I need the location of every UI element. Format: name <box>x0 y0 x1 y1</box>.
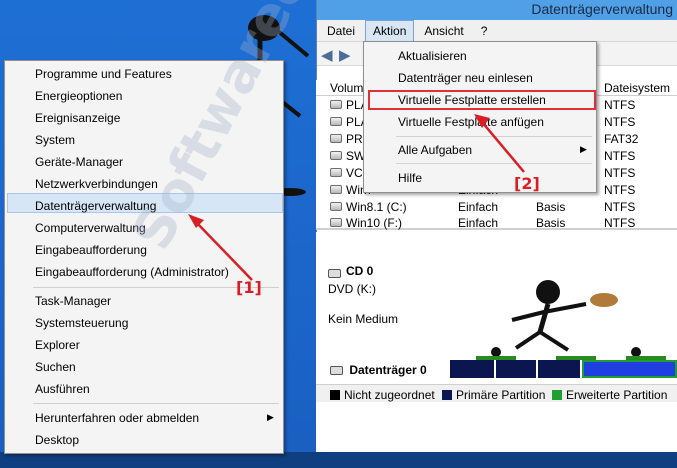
marker-1: [1] <box>236 278 262 297</box>
marker-2: [2] <box>514 174 540 193</box>
annotation-arrows <box>188 114 525 281</box>
